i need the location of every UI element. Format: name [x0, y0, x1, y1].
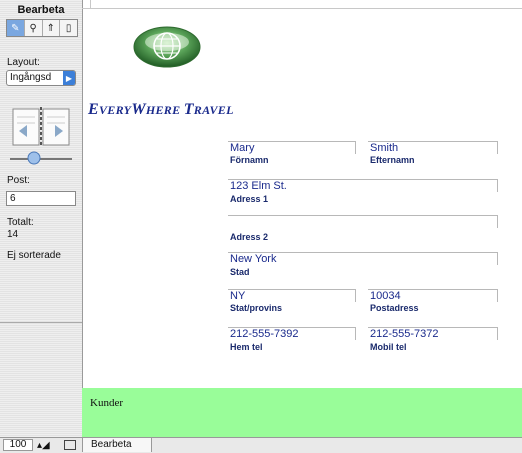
status-area: Bearbeta ✎ ⚲ ⇑ ▯ Layout: Ingångsd ▶ Post… — [0, 0, 83, 437]
mode-title: Bearbeta — [17, 4, 65, 16]
bottom-bar: 100 ▴◢ Bearbeta — [0, 437, 522, 453]
first-name-label: Förnamn — [230, 155, 269, 165]
zoom-level[interactable]: 100 — [3, 439, 33, 451]
layout-icon[interactable]: ⇑ — [43, 20, 61, 36]
state-label: Stat/provins — [230, 303, 283, 313]
record-slider[interactable] — [8, 150, 74, 166]
chevron-right-icon: ▶ — [63, 71, 75, 85]
record-label: Post: — [7, 175, 30, 186]
status-area-toggle-icon[interactable] — [64, 440, 76, 450]
address1-field[interactable]: 123 Elm St. — [228, 179, 498, 192]
footer-band: Kunder — [82, 388, 522, 438]
address2-label: Adress 2 — [230, 232, 269, 242]
city-field[interactable]: New York — [228, 252, 498, 265]
zoom-icon[interactable]: ▴◢ — [37, 440, 50, 451]
sort-status: Ej sorterade — [7, 250, 61, 261]
layout-dropdown-value: Ingångsd — [10, 72, 52, 83]
company-name-part: T — [183, 101, 194, 118]
mode-tool-row: ✎ ⚲ ⇑ ▯ — [6, 19, 78, 37]
last-name-field[interactable]: Smith — [368, 141, 498, 154]
company-name-part: E — [88, 101, 99, 118]
home-phone-label: Hem tel — [230, 342, 263, 352]
address1-label: Adress 1 — [230, 194, 269, 204]
last-name-label: Efternamn — [370, 155, 415, 165]
layout-dropdown[interactable]: Ingångsd ▶ — [6, 70, 76, 86]
state-field[interactable]: NY — [228, 289, 356, 302]
first-name-field[interactable]: Mary — [228, 141, 356, 154]
mobile-phone-field[interactable]: 212-555-7372 — [368, 327, 498, 340]
mode-status[interactable]: Bearbeta — [82, 438, 152, 452]
address2-field[interactable] — [228, 215, 498, 228]
find-icon[interactable]: ⚲ — [25, 20, 43, 36]
globe-logo — [133, 26, 201, 68]
total-label: Totalt: — [7, 217, 34, 228]
divider — [0, 322, 82, 323]
preview-icon[interactable]: ▯ — [60, 20, 77, 36]
home-phone-field[interactable]: 212-555-7392 — [228, 327, 356, 340]
layout-top-border — [82, 8, 522, 9]
layout-margin-line — [90, 0, 91, 8]
pencil-browse-icon[interactable]: ✎ — [7, 20, 25, 36]
company-name-part: RAVEL — [193, 103, 234, 117]
layout-label: Layout: — [7, 57, 40, 68]
total-value: 14 — [7, 229, 19, 240]
record-number-input[interactable]: 6 — [6, 191, 76, 206]
footer-label: Kunder — [90, 397, 123, 409]
book-navigator-icon[interactable] — [11, 105, 71, 149]
zip-field[interactable]: 10034 — [368, 289, 498, 302]
company-name-part: VERY — [98, 103, 132, 117]
city-label: Stad — [230, 267, 250, 277]
mobile-phone-label: Mobil tel — [370, 342, 407, 352]
zip-label: Postadress — [370, 303, 419, 313]
company-name-part: W — [131, 101, 146, 118]
company-name: EVERYWHERE TRAVEL — [88, 101, 234, 119]
company-name-part: HERE — [145, 103, 184, 117]
